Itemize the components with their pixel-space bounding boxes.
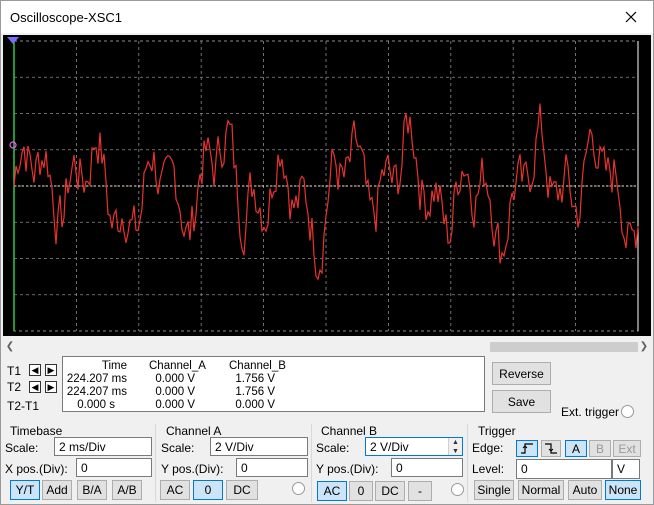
trigger-level-label: Level:	[472, 462, 505, 476]
divider	[155, 424, 156, 502]
trigger-level-field[interactable]: 0	[516, 459, 612, 479]
channel-a-title: Channel A	[166, 424, 222, 438]
channel-a-ac-button[interactable]: AC	[160, 480, 190, 500]
trigger-none-button[interactable]: None	[605, 480, 641, 500]
trigger-auto-button[interactable]: Auto	[568, 480, 602, 500]
horizontal-scrollbar[interactable]: ❮ ❯	[3, 340, 651, 354]
scroll-left-icon[interactable]: ❮	[3, 340, 17, 354]
row1-channel-a: 0.000 V	[155, 373, 195, 385]
channel-a-ypos-field[interactable]: 0	[236, 458, 308, 477]
row3-channel-a: 0.000 V	[155, 399, 195, 411]
header-channel-b: Channel_B	[229, 360, 286, 372]
header-time: Time	[101, 360, 127, 372]
header-channel-a: Channel_A	[149, 360, 206, 372]
cursor-t2-label: T2	[7, 380, 22, 394]
t1-right-arrow-icon[interactable]: ▶	[45, 364, 57, 376]
trigger-source-a-button[interactable]: A	[565, 440, 587, 457]
title-bar: Oscilloscope-XSC1	[1, 1, 653, 33]
divider	[467, 424, 468, 502]
channel-a-dc-button[interactable]: DC	[226, 480, 258, 500]
channel-a-ypos-label: Y pos.(Div):	[161, 462, 224, 476]
row2-channel-b: 1.756 V	[235, 386, 275, 398]
timebase-add-button[interactable]: Add	[42, 480, 72, 500]
row3-channel-b: 0.000 V	[235, 399, 275, 411]
close-icon	[625, 11, 637, 23]
falling-edge-button[interactable]	[541, 440, 561, 457]
trigger-source-b-button[interactable]: B	[589, 440, 611, 457]
scrollbar-thumb[interactable]	[490, 342, 638, 352]
channel-a-scale-label: Scale:	[161, 441, 195, 455]
channel-b-dc-button[interactable]: DC	[375, 481, 405, 501]
close-button[interactable]	[609, 1, 653, 33]
ext-trigger-label: Ext. trigger	[561, 405, 620, 419]
row2-time: 224.207 ms	[66, 386, 127, 398]
save-button[interactable]: Save	[492, 390, 551, 413]
timebase-scale-label: Scale:	[5, 441, 39, 455]
row1-channel-b: 1.756 V	[235, 373, 275, 385]
rising-edge-button[interactable]	[516, 440, 538, 457]
rising-edge-icon	[521, 443, 533, 454]
channel-b-scale-spinner[interactable]: ▲ ▼	[448, 438, 462, 455]
channel-b-title: Channel B	[321, 424, 378, 438]
row2-channel-a: 0.000 V	[155, 386, 195, 398]
reverse-button[interactable]: Reverse	[492, 362, 551, 385]
ext-trigger-radio[interactable]	[621, 405, 634, 418]
channel-b-indicator-radio[interactable]	[451, 483, 464, 496]
timebase-xpos-field[interactable]: 0	[76, 458, 152, 477]
trigger-normal-button[interactable]: Normal	[518, 480, 564, 500]
timebase-xpos-label: X pos.(Div):	[5, 462, 68, 476]
channel-a-zero-button[interactable]: 0	[193, 480, 223, 500]
spin-up-icon[interactable]: ▲	[449, 438, 462, 447]
timebase-title: Timebase	[10, 424, 63, 438]
scope-screen[interactable]	[3, 35, 651, 336]
channel-b-ypos-label: Y pos.(Div):	[316, 462, 379, 476]
oscilloscope-window: Oscilloscope-XSC1 ❮ ❯ T1 ◀ ▶ T2 ◀ ▶ T2-T…	[0, 0, 654, 505]
channel-b-ypos-field[interactable]: 0	[391, 458, 463, 477]
scope-display-area	[3, 35, 651, 338]
window-title: Oscilloscope-XSC1	[10, 10, 122, 25]
divider	[311, 424, 312, 502]
timebase-ab-button[interactable]: A/B	[112, 480, 142, 500]
trigger-single-button[interactable]: Single	[474, 480, 514, 500]
channel-b-scale-value: 2 V/Div	[370, 439, 409, 454]
timebase-ba-button[interactable]: B/A	[77, 480, 107, 500]
t2-right-arrow-icon[interactable]: ▶	[45, 381, 57, 393]
t1-left-arrow-icon[interactable]: ◀	[29, 364, 41, 376]
channel-a-indicator-radio[interactable]	[292, 482, 305, 495]
cursor-t2t1-label: T2-T1	[7, 399, 40, 413]
scroll-right-icon[interactable]: ❯	[637, 340, 651, 354]
channel-a-scale-field[interactable]: 2 V/Div	[210, 437, 308, 456]
t2-left-arrow-icon[interactable]: ◀	[29, 381, 41, 393]
channel-b-minus-button[interactable]: -	[408, 481, 432, 501]
spin-down-icon[interactable]: ▼	[449, 447, 462, 456]
timebase-yt-button[interactable]: Y/T	[10, 480, 40, 500]
channel-b-scale-field[interactable]: 2 V/Div ▲ ▼	[365, 437, 463, 456]
falling-edge-icon	[545, 443, 557, 454]
channel-b-ac-button[interactable]: AC	[317, 481, 347, 501]
row3-time: 0.000 s	[77, 399, 115, 411]
measurement-table: Time Channel_A Channel_B 224.207 ms 0.00…	[62, 356, 485, 412]
trigger-source-ext-button[interactable]: Ext	[613, 440, 641, 457]
channel-b-zero-button[interactable]: 0	[349, 481, 373, 501]
channel-b-scale-label: Scale:	[316, 441, 350, 455]
row1-time: 224.207 ms	[66, 373, 127, 385]
cursor-t1-label: T1	[7, 364, 22, 378]
timebase-scale-field[interactable]: 2 ms/Div	[54, 437, 152, 456]
trigger-level-unit[interactable]: V	[612, 459, 640, 479]
trigger-edge-label: Edge:	[472, 441, 504, 455]
trigger-title: Trigger	[478, 424, 516, 438]
